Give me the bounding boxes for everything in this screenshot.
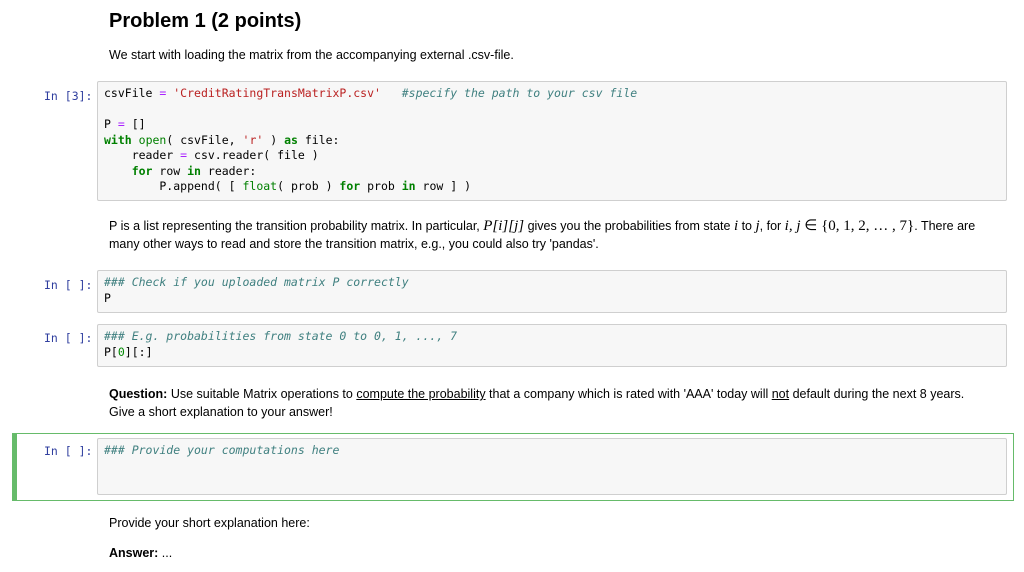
text: many other ways to read and store the tr… <box>109 237 599 251</box>
code-comment: ### Check if you uploaded matrix P corre… <box>104 275 409 289</box>
question-paragraph: Question: Use suitable Matrix operations… <box>109 385 1009 421</box>
answer-line: Answer: ... <box>109 544 172 562</box>
code-keyword: for <box>339 179 361 193</box>
code-token: csv.reader( file ) <box>187 148 319 162</box>
underlined-text: compute the probability <box>356 387 486 401</box>
code-token: P[ <box>104 344 118 359</box>
code-comment: ### Provide your computations here <box>104 443 340 457</box>
code-builtin: open <box>138 132 167 147</box>
intro-text: We start with loading the matrix from th… <box>109 48 514 62</box>
problem-heading: Problem 1 (2 points) <box>109 10 302 32</box>
code-string: 'CreditRatingTransMatrixP.csv' <box>173 86 381 100</box>
code-keyword: as <box>284 132 298 147</box>
cell-prompt: In [ ]: <box>44 331 93 345</box>
question-label: Question: <box>109 387 168 401</box>
code-token: ][:] <box>124 344 153 359</box>
code-token: prob <box>360 179 402 193</box>
cell-prompt: In [ ]: <box>44 444 93 458</box>
code-keyword: in <box>187 163 201 178</box>
text: gives you the probabilities from state <box>524 219 734 233</box>
text: , for <box>759 219 785 233</box>
code-comment: ### E.g. probabilities from state 0 to 0… <box>104 329 458 343</box>
text: . There are <box>914 219 976 233</box>
code-token: ) <box>263 132 285 147</box>
explanation-prompt: Provide your short explanation here: <box>109 516 310 530</box>
code-token: P.append( [ <box>104 179 243 193</box>
code-token: file: <box>297 132 340 147</box>
code-number: 0 <box>117 344 125 359</box>
math-set: ∈ {0, 1, 2, … , 7} <box>800 218 915 234</box>
code-token: P <box>104 290 111 305</box>
code-keyword: with <box>104 132 132 147</box>
cell-prompt: In [3]: <box>44 89 93 103</box>
code-token: ( csvFile, <box>166 132 243 147</box>
code-keyword: for <box>131 163 153 178</box>
text: to <box>738 219 756 233</box>
code-keyword: in <box>401 179 416 193</box>
text: default during the next 8 years. <box>789 387 965 401</box>
description-paragraph: P is a list representing the transition … <box>109 217 1009 253</box>
cell-prompt: In [ ]: <box>44 278 93 292</box>
code-token: csvFile <box>104 86 153 100</box>
code-string: 'r' <box>242 132 264 147</box>
code-token: [] <box>131 117 146 131</box>
code-token: row ] ) <box>415 179 471 193</box>
answer-value: ... <box>158 546 173 560</box>
code-token: reader: <box>200 163 257 178</box>
code-token: P <box>104 117 111 131</box>
answer-label: Answer: <box>109 546 159 560</box>
code-cell-probabilities-example[interactable]: ### E.g. probabilities from state 0 to 0… <box>97 324 1007 367</box>
code-token: = <box>110 117 132 131</box>
underlined-text: not <box>771 387 790 401</box>
math-ij: i, j <box>784 218 801 234</box>
text: P is a list representing the transition … <box>109 219 484 233</box>
text: Use suitable Matrix operations to <box>167 387 357 401</box>
code-builtin: float <box>242 179 278 193</box>
text: that a company which is rated with 'AAA'… <box>485 387 772 401</box>
math-P-ij: P[i][j] <box>483 218 525 234</box>
code-cell-load-csv[interactable]: csvFile = 'CreditRatingTransMatrixP.csv'… <box>97 81 1007 201</box>
code-token: reader <box>104 148 181 162</box>
code-token: ( prob ) <box>277 179 340 193</box>
code-token: = <box>152 86 174 100</box>
code-cell-computations[interactable]: ### Provide your computations here <box>97 438 1007 495</box>
code-token: row <box>152 163 188 178</box>
code-cell-check-matrix[interactable]: ### Check if you uploaded matrix P corre… <box>97 270 1007 313</box>
text: Give a short explanation to your answer! <box>109 405 333 419</box>
code-comment: #specify the path to your csv file <box>380 86 638 100</box>
